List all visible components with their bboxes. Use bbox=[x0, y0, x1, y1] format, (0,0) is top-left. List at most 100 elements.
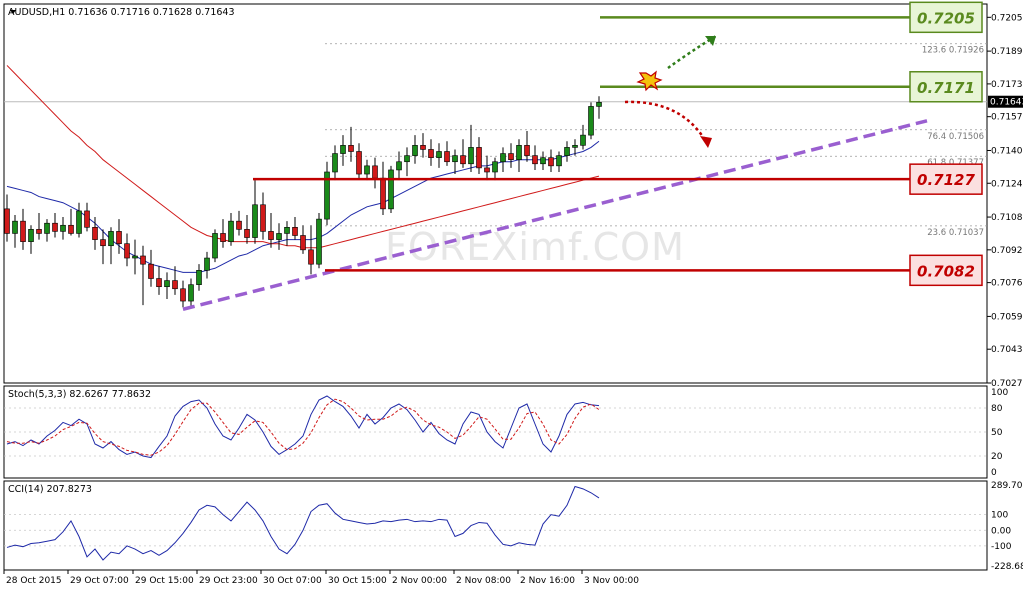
candle-body bbox=[172, 280, 178, 290]
x-axis-label: 2 Nov 16:00 bbox=[520, 576, 575, 586]
stoch-axis-label: 50 bbox=[991, 428, 1003, 438]
price-axis-label: 0.70920 bbox=[991, 246, 1023, 256]
price-axis-label: 0.71890 bbox=[991, 47, 1023, 57]
candle-body bbox=[220, 233, 226, 242]
price-axis-label: 0.71080 bbox=[991, 213, 1023, 223]
x-axis-label: 3 Nov 00:00 bbox=[584, 576, 639, 586]
candle-body bbox=[260, 204, 266, 232]
candle-body bbox=[564, 147, 570, 156]
x-axis-label: 29 Oct 23:00 bbox=[199, 576, 258, 586]
stoch-axis-label: 0 bbox=[991, 468, 997, 478]
candle-body bbox=[68, 224, 74, 234]
x-axis-label: 2 Nov 00:00 bbox=[392, 576, 447, 586]
candle-body bbox=[468, 147, 474, 165]
price-axis-label: 0.72055 bbox=[991, 13, 1023, 23]
candle-body bbox=[52, 222, 58, 232]
fib-level-label: 123.6 0.71926 bbox=[922, 46, 984, 56]
candle-body bbox=[44, 222, 50, 234]
candle-body bbox=[76, 210, 82, 234]
candle-body bbox=[444, 151, 450, 163]
main-panel-frame bbox=[3, 3, 988, 384]
candle-body bbox=[316, 218, 322, 265]
candle-body bbox=[348, 145, 354, 152]
candle-body bbox=[268, 231, 274, 240]
candle-body bbox=[460, 155, 466, 165]
cci-axis-label: -100 bbox=[991, 542, 1012, 552]
price-axis-label: 0.71730 bbox=[991, 80, 1023, 90]
candle-body bbox=[244, 229, 250, 238]
candle-body bbox=[380, 177, 386, 210]
candle-body bbox=[276, 233, 282, 240]
candle-body bbox=[116, 231, 122, 244]
candle-body bbox=[516, 145, 522, 160]
candle-body bbox=[252, 204, 258, 238]
price-axis-label: 0.70435 bbox=[991, 345, 1023, 355]
x-axis-label: 30 Oct 07:00 bbox=[263, 576, 322, 586]
cci-panel-frame bbox=[3, 480, 988, 571]
candle-body bbox=[588, 106, 594, 136]
candle bbox=[212, 229, 218, 263]
current-price-label: 0.71643 bbox=[990, 98, 1023, 108]
cci-axis-label: 289.709 bbox=[991, 481, 1023, 491]
candle-body bbox=[156, 278, 162, 288]
candle-body bbox=[132, 255, 138, 259]
candle-body bbox=[404, 155, 410, 163]
candle-body bbox=[284, 227, 290, 234]
candle bbox=[588, 102, 594, 140]
candle-body bbox=[428, 149, 434, 158]
chart-header-text: AUDUSD,H1 0.71636 0.71716 0.71628 0.7164… bbox=[8, 7, 235, 18]
fib-level-label: 23.6 0.71037 bbox=[927, 228, 984, 238]
chart-area: 0.72055 0.71890 0.71730 0.71570 0.71405 0.712… bbox=[0, 0, 1023, 591]
candle bbox=[316, 212, 322, 269]
x-axis-label: 29 Oct 07:00 bbox=[70, 576, 129, 586]
candle-body bbox=[508, 153, 514, 160]
candle-body bbox=[36, 229, 42, 234]
x-axis-label: 2 Nov 08:00 bbox=[456, 576, 511, 586]
candle-body bbox=[308, 249, 314, 265]
candle-body bbox=[196, 270, 202, 285]
price-axis-label: 0.71570 bbox=[991, 113, 1023, 123]
price-axis-label: 0.70760 bbox=[991, 279, 1023, 289]
candle-body bbox=[420, 145, 426, 150]
fib-level-label: 76.4 0.71506 bbox=[927, 132, 984, 142]
candle-body bbox=[212, 233, 218, 259]
stoch-axis-label: 80 bbox=[991, 404, 1003, 414]
candle-body bbox=[300, 235, 306, 251]
candle-body bbox=[148, 263, 154, 279]
stoch-label: Stoch(5,3,3) 82.6267 77.8632 bbox=[8, 389, 151, 400]
price-axis-label: 0.70595 bbox=[991, 312, 1023, 322]
candle-body bbox=[204, 257, 210, 271]
candle-body bbox=[540, 157, 546, 165]
x-axis-label: 28 Oct 2015 bbox=[6, 576, 62, 586]
candle-body bbox=[372, 165, 378, 179]
candle-body bbox=[388, 169, 394, 210]
chart-svg: 0.72055 0.71890 0.71730 0.71570 0.71405 0.712… bbox=[3, 1, 1023, 586]
candle-body bbox=[364, 165, 370, 175]
candle-body bbox=[532, 155, 538, 165]
candle-body bbox=[332, 153, 338, 173]
x-axis-label: 30 Oct 15:00 bbox=[328, 576, 387, 586]
price-level-label: 0.7082 bbox=[917, 262, 975, 280]
candle-body bbox=[92, 227, 98, 240]
candle-body bbox=[164, 280, 170, 288]
candle-body bbox=[124, 243, 130, 259]
candle-body bbox=[12, 220, 18, 234]
candle-body bbox=[500, 153, 506, 163]
candle-body bbox=[20, 220, 26, 242]
candle bbox=[388, 165, 394, 213]
candle-body bbox=[188, 284, 194, 302]
candle-body bbox=[140, 255, 146, 265]
candle-body bbox=[60, 224, 66, 232]
candle-body bbox=[476, 147, 482, 169]
candle-body bbox=[492, 161, 498, 173]
candle-body bbox=[84, 210, 90, 228]
candle-body bbox=[484, 167, 490, 173]
candle-body bbox=[4, 208, 10, 234]
price-level-label: 0.7127 bbox=[917, 171, 975, 189]
price-level-label: 0.7205 bbox=[917, 9, 975, 27]
candle-body bbox=[396, 161, 402, 171]
stoch-axis-label: 20 bbox=[991, 452, 1003, 462]
candle-body bbox=[292, 227, 298, 236]
candle-body bbox=[556, 155, 562, 167]
candle-body bbox=[596, 102, 602, 107]
